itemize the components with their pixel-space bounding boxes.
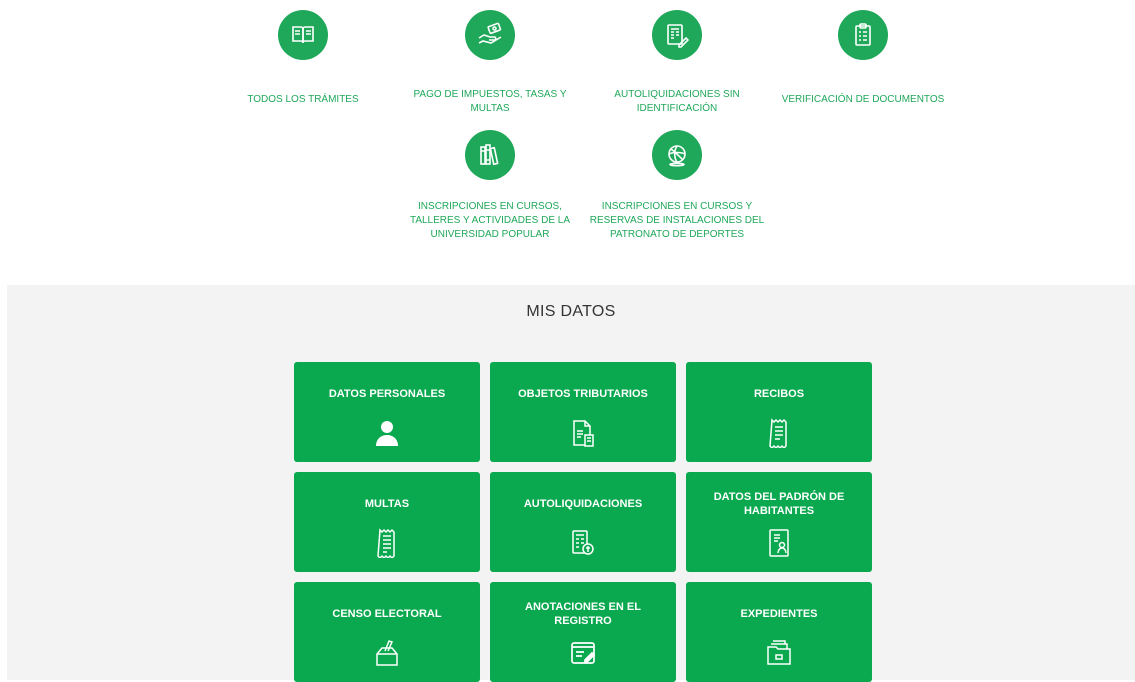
tile-label: EXPEDIENTES bbox=[740, 608, 818, 620]
calculator-icon bbox=[569, 528, 597, 558]
service-autoliquidaciones-sin-identificacion[interactable]: AUTOLIQUIDACIONES SIN IDENTIFICACIÓN bbox=[587, 10, 767, 116]
service-label: PAGO DE IMPUESTOS, TASAS Y MULTAS bbox=[413, 89, 567, 114]
service-universidad-popular[interactable]: INSCRIPCIONES EN CURSOS, TALLERES Y ACTI… bbox=[400, 130, 580, 242]
service-verificacion-documentos[interactable]: VERIFICACIÓN DE DOCUMENTOS bbox=[773, 10, 953, 107]
tile-objetos-tributarios[interactable]: OBJETOS TRIBUTARIOS bbox=[490, 362, 676, 462]
hand-money-icon bbox=[465, 10, 515, 60]
service-patronato-deportes[interactable]: INSCRIPCIONES EN CURSOS Y RESERVAS DE IN… bbox=[587, 130, 767, 242]
section-title: MIS DATOS bbox=[526, 303, 616, 320]
tile-label: MULTAS bbox=[364, 498, 410, 510]
service-label: INSCRIPCIONES EN CURSOS Y RESERVAS DE IN… bbox=[589, 201, 765, 240]
service-label: TODOS LOS TRÁMITES bbox=[247, 94, 359, 105]
sports-ball-icon bbox=[652, 130, 702, 180]
tile-label: DATOS PERSONALES bbox=[328, 388, 446, 400]
tile-label: RECIBOS bbox=[753, 388, 805, 400]
receipt-icon bbox=[765, 418, 793, 450]
id-document-icon bbox=[765, 528, 793, 558]
service-label: VERIFICACIÓN DE DOCUMENTOS bbox=[781, 94, 945, 105]
tile-label: CENSO ELECTORAL bbox=[332, 608, 442, 620]
books-icon bbox=[465, 130, 515, 180]
tile-label: DATOS DEL PADRÓN DE HABITANTES bbox=[713, 491, 845, 517]
tile-multas[interactable]: MULTAS bbox=[294, 472, 480, 572]
service-pago-impuestos[interactable]: PAGO DE IMPUESTOS, TASAS Y MULTAS bbox=[400, 10, 580, 116]
book-icon bbox=[278, 10, 328, 60]
register-edit-icon bbox=[569, 638, 597, 668]
service-label: AUTOLIQUIDACIONES SIN IDENTIFICACIÓN bbox=[614, 89, 740, 114]
tile-label: ANOTACIONES EN EL REGISTRO bbox=[525, 601, 641, 627]
mis-datos-section: MIS DATOS DATOS PERSONALES OBJETOS TRIBU… bbox=[7, 285, 1135, 682]
service-todos-los-tramites[interactable]: TODOS LOS TRÁMITES bbox=[213, 10, 393, 107]
tax-document-icon bbox=[569, 418, 597, 448]
calculator-document-icon bbox=[652, 10, 702, 60]
tile-recibos[interactable]: RECIBOS bbox=[686, 362, 872, 462]
service-label: INSCRIPCIONES EN CURSOS, TALLERES Y ACTI… bbox=[409, 201, 571, 240]
tile-padron-habitantes[interactable]: DATOS DEL PADRÓN DE HABITANTES bbox=[686, 472, 872, 572]
clipboard-check-icon bbox=[838, 10, 888, 60]
tile-datos-personales[interactable]: DATOS PERSONALES bbox=[294, 362, 480, 462]
tile-label: AUTOLIQUIDACIONES bbox=[523, 498, 643, 510]
tile-label: OBJETOS TRIBUTARIOS bbox=[518, 388, 648, 400]
tile-expedientes[interactable]: EXPEDIENTES bbox=[686, 582, 872, 682]
ticket-icon bbox=[373, 528, 401, 560]
tile-censo-electoral[interactable]: CENSO ELECTORAL bbox=[294, 582, 480, 682]
folder-icon bbox=[765, 638, 793, 668]
tile-autoliquidaciones[interactable]: AUTOLIQUIDACIONES bbox=[490, 472, 676, 572]
ballot-box-icon bbox=[373, 638, 401, 668]
user-icon bbox=[373, 418, 401, 448]
tile-anotaciones-registro[interactable]: ANOTACIONES EN EL REGISTRO bbox=[490, 582, 676, 682]
